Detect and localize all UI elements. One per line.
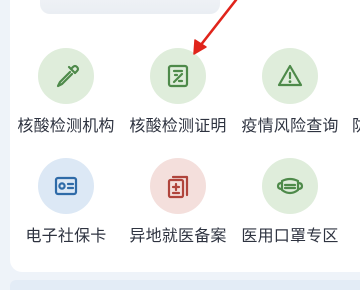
service-label: 医用口罩专区 xyxy=(241,226,339,245)
service-medical-mask-zone[interactable]: 医用口罩专区 xyxy=(234,158,346,268)
service-nucleic-test-institutions[interactable]: 核酸检测机构 xyxy=(10,48,122,158)
service-label: 核酸检测证明 xyxy=(129,116,227,135)
service-icon-wrap xyxy=(150,158,206,214)
medical-record-icon xyxy=(167,175,189,199)
service-icon-wrap xyxy=(262,48,318,104)
service-nucleic-test-certificate[interactable]: 核酸检测证明 xyxy=(122,48,234,158)
dropper-icon xyxy=(56,64,80,88)
service-label: 异地就医备案 xyxy=(129,226,227,245)
service-label: 电子社保卡 xyxy=(25,226,107,245)
service-label: 核酸检测机构 xyxy=(17,116,115,135)
service-icon-wrap xyxy=(262,158,318,214)
service-icon-wrap xyxy=(150,48,206,104)
warning-icon xyxy=(277,64,303,87)
service-label-clipped: 防 xyxy=(352,112,360,136)
screen: 核酸检测机构 核酸检测证明 疫情风险查询 电子社保卡 异地就医备案 医用口罩专区 xyxy=(0,0,360,290)
service-label: 疫情风险查询 xyxy=(241,116,339,135)
service-icon-wrap xyxy=(38,158,94,214)
service-remote-medical-filing[interactable]: 异地就医备案 xyxy=(122,158,234,268)
certificate-icon xyxy=(167,64,189,88)
next-section-edge xyxy=(10,280,360,290)
service-epidemic-risk-query[interactable]: 疫情风险查询 xyxy=(234,48,346,158)
service-e-social-security-card[interactable]: 电子社保卡 xyxy=(10,158,122,268)
id-card-icon xyxy=(54,176,78,196)
mask-icon xyxy=(276,177,304,195)
service-icon-wrap xyxy=(38,48,94,104)
banner-image[interactable] xyxy=(40,0,220,14)
